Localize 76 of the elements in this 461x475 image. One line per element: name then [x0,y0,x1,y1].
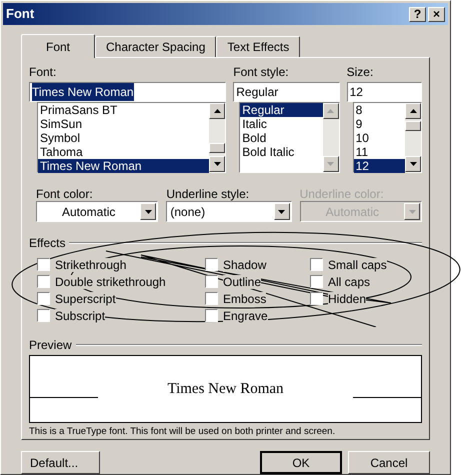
checkbox[interactable] [37,292,50,305]
field-label: Size: [346,65,374,80]
scrollbar-thumb[interactable] [209,143,226,153]
dropdown-arrow-icon [278,210,286,214]
list-item[interactable]: 10 [354,131,405,145]
list-item[interactable]: 12 [354,159,405,173]
checkbox[interactable] [310,258,323,271]
scroll-down-button[interactable] [322,156,339,172]
checkbox[interactable] [310,275,323,288]
preview-text: Times New Roman [166,380,285,399]
checkbox[interactable] [205,275,218,288]
text-field[interactable]: 12 [346,82,422,102]
list-item[interactable]: 8 [354,103,405,117]
window-title: Font [6,5,36,24]
cancel-button[interactable]: Cancel [348,451,430,474]
scroll-up-button[interactable] [209,103,226,119]
scroll-down-button[interactable] [405,156,421,172]
field-label: Font color: [36,186,94,201]
checkbox-label: Hidden [328,292,366,306]
checkbox-label: Small caps [328,258,387,272]
group-label: Preview [29,337,72,354]
dropdown-arrow-icon [408,210,416,214]
field-label: Font: [29,65,58,80]
group-label: Effects [29,235,66,252]
checkbox-label: Outline [223,274,262,288]
close-button[interactable]: × [428,6,445,22]
list-item[interactable]: Bold Italic [240,145,323,159]
list-item[interactable]: Italic [240,117,323,131]
checkbox-label: Double strikethrough [55,274,166,288]
tab[interactable]: Font [21,34,95,58]
checkbox-label: Shadow [223,258,266,272]
scroll-down-button[interactable] [209,156,226,172]
dropdown[interactable]: Automatic [36,201,158,222]
dropdown[interactable]: (none) [166,201,292,222]
up-arrow-icon [214,109,221,113]
checkbox-label: All caps [328,274,370,288]
down-arrow-icon [410,162,416,166]
checkbox[interactable] [37,258,50,271]
list-item[interactable]: Times New Roman [38,159,210,173]
text-field[interactable]: Regular [233,82,340,102]
scrollbar-thumb[interactable] [405,121,421,131]
down-arrow-icon [214,162,221,166]
list-item[interactable]: PrimaSans BT [38,103,210,117]
scroll-up-button[interactable] [405,103,421,119]
checkbox-label: Superscript [55,292,116,306]
list-item[interactable]: Regular [240,103,323,117]
list-item[interactable]: SimSun [38,117,210,131]
help-button[interactable]: ? [409,6,426,22]
checkbox-label: Emboss [223,292,266,306]
list-item[interactable]: Symbol [38,131,210,145]
down-arrow-icon [327,162,334,166]
checkbox-label: Strikethrough [55,258,126,272]
checkbox[interactable] [310,292,323,305]
dropdown-arrow-icon [144,210,152,214]
checkbox[interactable] [37,309,50,322]
checkbox-label: Subscript [55,308,106,322]
list-item[interactable]: Tahoma [38,145,210,159]
field-label: Font style: [233,65,290,80]
list-item[interactable]: 11 [354,145,405,159]
default-button[interactable]: Default... [21,451,100,474]
text-field[interactable]: Times New Roman [29,82,226,102]
checkbox[interactable] [37,275,50,288]
tab[interactable]: Text Effects [216,36,300,57]
checkbox[interactable] [205,309,218,322]
up-arrow-icon [410,109,416,113]
checkbox-label: Engrave [223,308,268,322]
up-arrow-icon [327,109,334,113]
list-item[interactable]: 9 [354,117,405,131]
ok-button[interactable]: OK [260,451,342,474]
checkbox[interactable] [205,258,218,271]
checkbox[interactable] [205,292,218,305]
tab[interactable]: Character Spacing [95,36,216,57]
scroll-up-button[interactable] [322,103,339,119]
field-label: Underline style: [166,186,250,201]
list-item[interactable]: Bold [240,131,323,145]
font-info-text: This is a TrueType font. This font will be used on both printer and screen. [29,425,336,439]
